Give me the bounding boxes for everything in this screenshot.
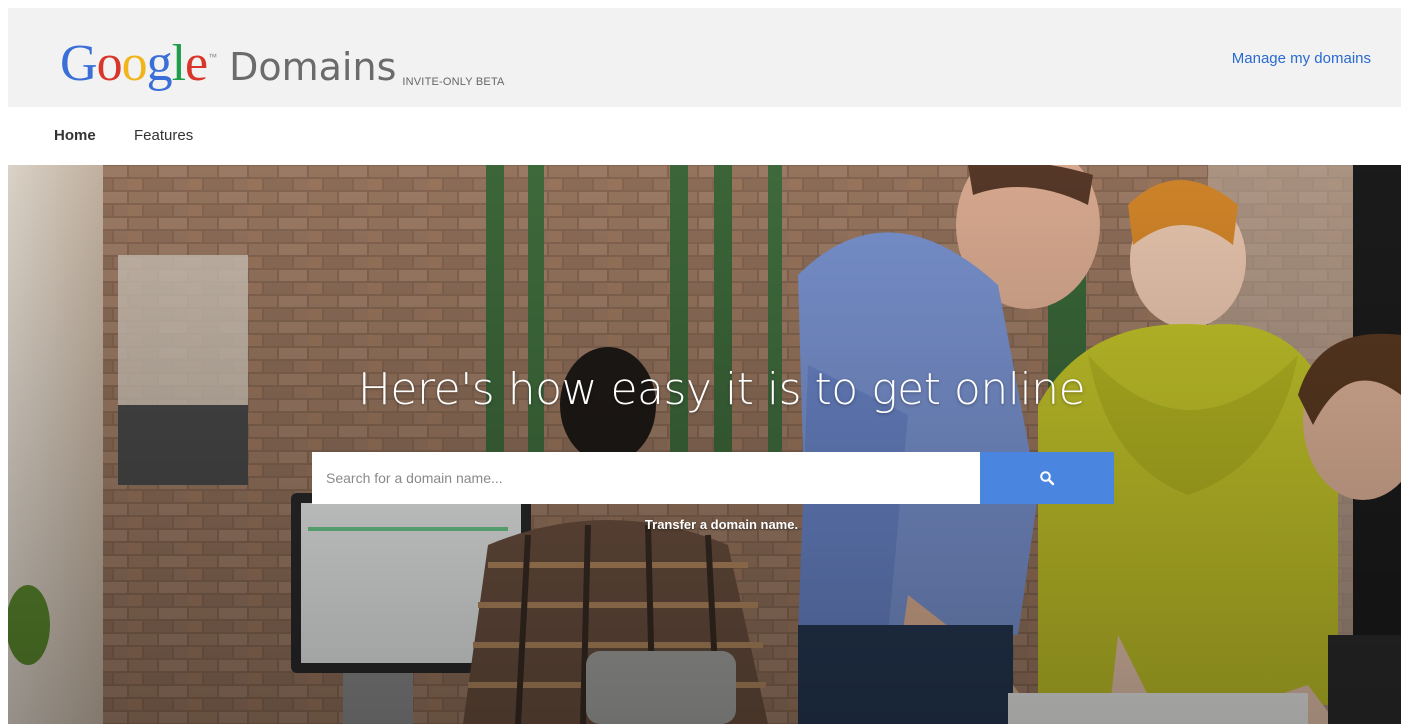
search-button[interactable] [980, 452, 1114, 504]
nav-item-home[interactable]: Home [54, 127, 96, 144]
transfer-domain-link[interactable]: Transfer a domain name. [8, 517, 1401, 532]
search-icon [1040, 471, 1055, 486]
hero-banner: Here's how easy it is to get online Tran… [8, 165, 1401, 724]
hero-headline: Here's how easy it is to get online [357, 364, 1086, 415]
hero-photo [8, 165, 1401, 724]
page: Google ™ Domains INVITE-ONLY BETA Manage… [0, 0, 1401, 724]
logo-letter: l [171, 35, 186, 92]
domain-search-input[interactable] [312, 452, 980, 504]
logo-letter: g [146, 35, 173, 92]
google-wordmark: Google [60, 35, 208, 92]
nav-item-features[interactable]: Features [134, 127, 193, 144]
logo-letter: e [185, 35, 208, 92]
product-name: Domains [229, 45, 397, 89]
logo-letter: o [96, 35, 123, 92]
main-nav: Home Features [8, 107, 1401, 165]
logo-letter: G [60, 35, 98, 92]
beta-badge: INVITE-ONLY BETA [402, 76, 505, 88]
logo-letter: o [121, 35, 148, 92]
trademark-mark: ™ [208, 52, 218, 62]
manage-domains-link[interactable]: Manage my domains [1232, 50, 1371, 67]
google-domains-logo[interactable]: Google ™ Domains INVITE-ONLY BETA [60, 38, 505, 90]
site-header: Google ™ Domains INVITE-ONLY BETA Manage… [8, 8, 1401, 107]
